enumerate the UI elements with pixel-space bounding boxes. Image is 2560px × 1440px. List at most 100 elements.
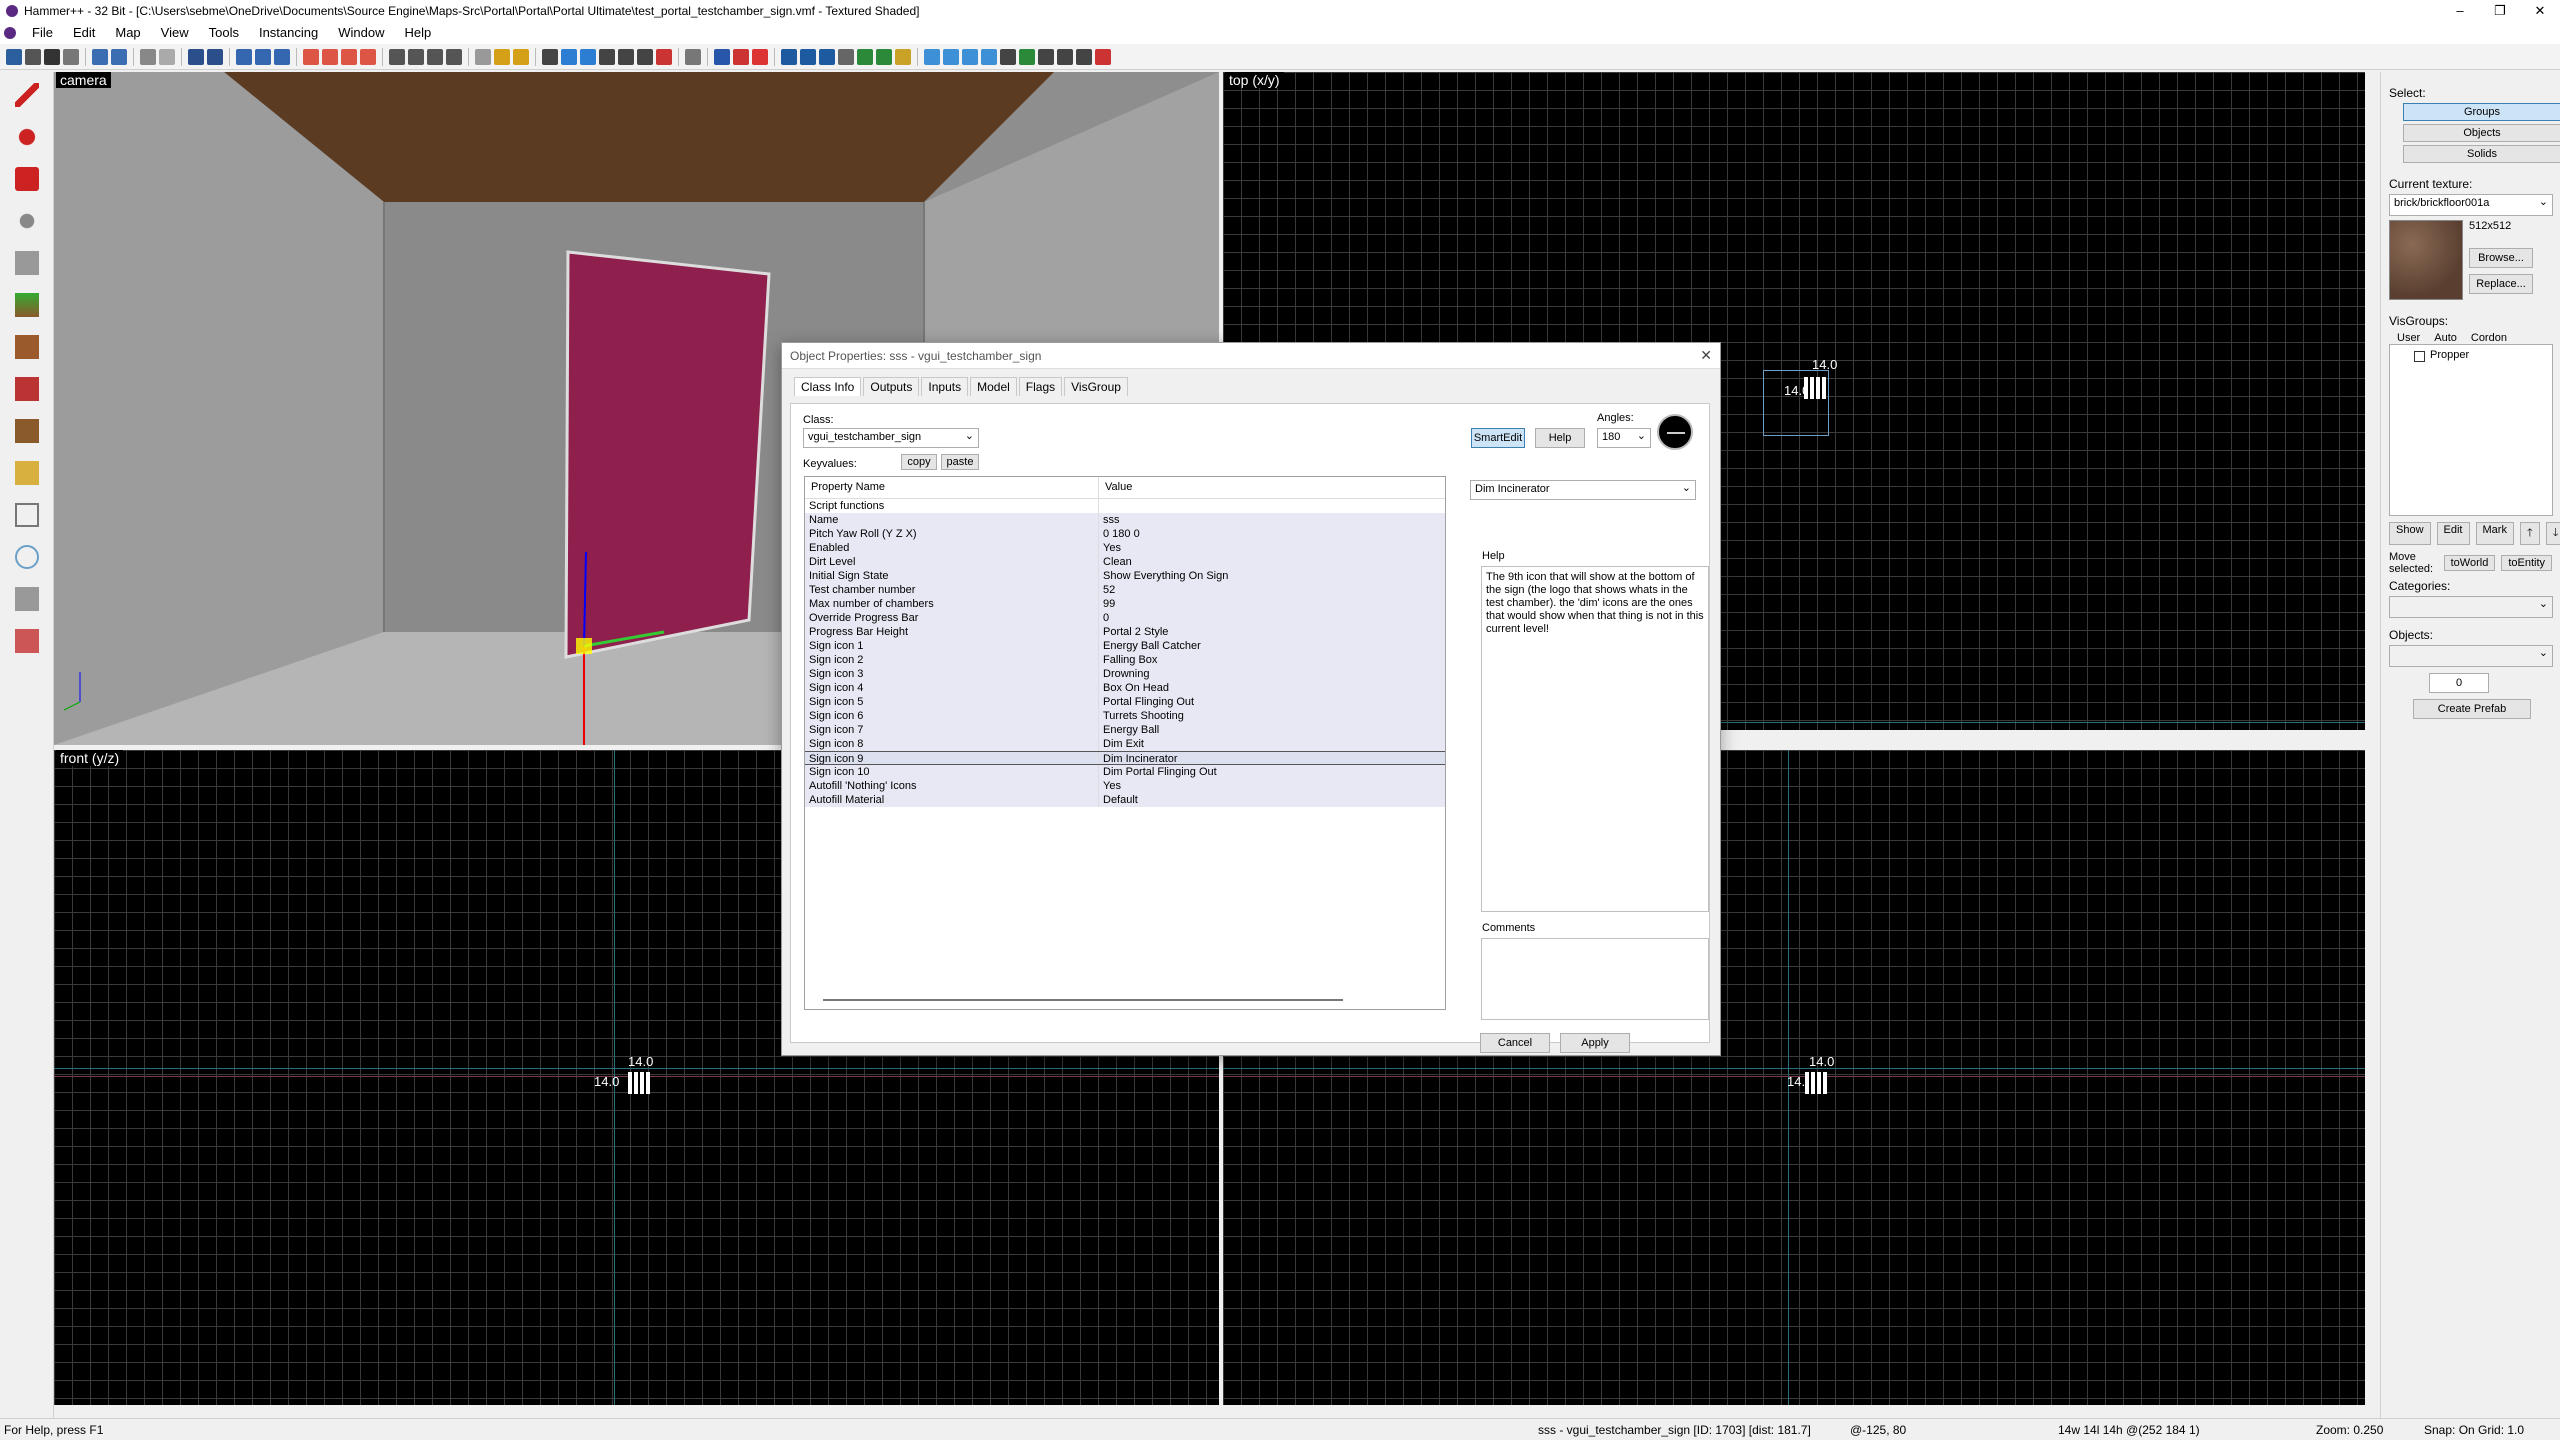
tool-prefab[interactable] bbox=[6, 622, 48, 660]
grid-size-down-icon[interactable] bbox=[44, 48, 60, 65]
clip-icon[interactable] bbox=[656, 48, 672, 65]
table-row[interactable]: Sign icon 7 Energy Ball bbox=[805, 723, 1445, 737]
run-map-icon[interactable] bbox=[752, 48, 768, 65]
current-texture-select[interactable]: brick/brickfloor001a bbox=[2389, 194, 2553, 216]
menu-window[interactable]: Window bbox=[328, 22, 394, 44]
globe-icon[interactable] bbox=[876, 48, 892, 65]
visgroup-tab-cordon[interactable]: Cordon bbox=[2471, 332, 2507, 344]
tab-outputs[interactable]: Outputs bbox=[863, 377, 920, 396]
visgroup-show-button[interactable]: Show bbox=[2389, 522, 2431, 545]
table-row[interactable]: Enabled Yes bbox=[805, 541, 1445, 555]
app-menu-icon[interactable] bbox=[4, 27, 16, 39]
cursor-icon[interactable] bbox=[561, 48, 577, 65]
maximize-button[interactable]: ❐ bbox=[2480, 0, 2520, 22]
visgroup-mark-button[interactable]: Mark bbox=[2475, 522, 2514, 545]
tab-model[interactable]: Model bbox=[970, 377, 1017, 396]
to-world-button[interactable]: toWorld bbox=[2443, 555, 2496, 571]
table-row[interactable]: Pitch Yaw Roll (Y Z X) 0 180 0 bbox=[805, 527, 1445, 541]
grid-icon[interactable] bbox=[6, 48, 22, 65]
compile-icon[interactable] bbox=[800, 48, 816, 65]
browse-button[interactable]: Browse... bbox=[2469, 248, 2533, 268]
copy-button[interactable]: copy bbox=[901, 454, 937, 470]
unhide-icon[interactable] bbox=[255, 48, 271, 65]
tool-entity[interactable] bbox=[6, 202, 48, 240]
menu-edit[interactable]: Edit bbox=[63, 22, 105, 44]
sound-icon[interactable] bbox=[1038, 48, 1054, 65]
tool-apply-current-texture[interactable] bbox=[6, 328, 48, 366]
redo-icon[interactable] bbox=[159, 48, 175, 65]
grid-size-up-icon[interactable] bbox=[63, 48, 79, 65]
table-row[interactable]: Override Progress Bar 0 bbox=[805, 611, 1445, 625]
texture-scale-lock-icon[interactable] bbox=[207, 48, 223, 65]
tool-path[interactable] bbox=[6, 538, 48, 576]
angle-dial-icon[interactable] bbox=[1657, 414, 1693, 450]
texture-lock-icon[interactable] bbox=[188, 48, 204, 65]
menu-tools[interactable]: Tools bbox=[199, 22, 249, 44]
tool-decal[interactable] bbox=[6, 370, 48, 408]
arrow-up-icon[interactable]: 🡑 bbox=[2519, 522, 2540, 545]
visgroup-tab-user[interactable]: User bbox=[2397, 332, 2420, 344]
visgroup-item[interactable]: Propper bbox=[2430, 349, 2469, 361]
menu-file[interactable]: File bbox=[22, 22, 63, 44]
text-icon[interactable] bbox=[580, 48, 596, 65]
tool-block[interactable] bbox=[6, 244, 48, 282]
value-select[interactable]: Dim Incinerator bbox=[1470, 480, 1696, 500]
comments-textarea[interactable] bbox=[1481, 938, 1709, 1020]
paste-special-icon[interactable] bbox=[446, 48, 462, 65]
cut-icon[interactable] bbox=[389, 48, 405, 65]
tab-class-info[interactable]: Class Info bbox=[794, 377, 862, 396]
tool-vertex[interactable] bbox=[6, 496, 48, 534]
tool-overlay[interactable] bbox=[6, 412, 48, 450]
paste-icon[interactable] bbox=[427, 48, 443, 65]
table-row[interactable]: Sign icon 1 Energy Ball Catcher bbox=[805, 639, 1445, 653]
table-row[interactable]: Name sss bbox=[805, 513, 1445, 527]
to-entity-button[interactable]: toEntity bbox=[2501, 555, 2552, 571]
cancel-button[interactable]: Cancel bbox=[1480, 1033, 1550, 1053]
table-row[interactable]: Sign icon 2 Falling Box bbox=[805, 653, 1445, 667]
column-property-name[interactable]: Property Name bbox=[805, 477, 1099, 498]
table-row[interactable]: Autofill 'Nothing' Icons Yes bbox=[805, 779, 1445, 793]
flip-vertical-icon[interactable] bbox=[513, 48, 529, 65]
object-icon[interactable] bbox=[360, 48, 376, 65]
tool-selection[interactable] bbox=[6, 76, 48, 114]
vertex-icon[interactable] bbox=[303, 48, 319, 65]
texture-thumbnail[interactable] bbox=[2389, 220, 2463, 300]
carve-icon[interactable] bbox=[92, 48, 108, 65]
column-value[interactable]: Value bbox=[1099, 477, 1138, 498]
selection-box-icon[interactable] bbox=[542, 48, 558, 65]
select-groups-button[interactable]: Groups bbox=[2403, 103, 2560, 121]
tool-clipping[interactable] bbox=[6, 454, 48, 492]
path-icon[interactable] bbox=[1076, 48, 1092, 65]
tab-visgroup[interactable]: VisGroup bbox=[1064, 377, 1128, 396]
edge-icon[interactable] bbox=[322, 48, 338, 65]
arrow-down-icon[interactable]: 🡓 bbox=[2545, 522, 2560, 545]
3d-grid-icon[interactable] bbox=[25, 48, 41, 65]
move-icon[interactable] bbox=[943, 48, 959, 65]
tab-flags[interactable]: Flags bbox=[1018, 377, 1063, 396]
menu-instancing[interactable]: Instancing bbox=[249, 22, 328, 44]
table-row[interactable]: Max number of chambers 99 bbox=[805, 597, 1445, 611]
sphere-icon[interactable] bbox=[857, 48, 873, 65]
menu-help[interactable]: Help bbox=[394, 22, 441, 44]
table-row[interactable]: Sign icon 4 Box On Head bbox=[805, 681, 1445, 695]
undo-icon[interactable] bbox=[140, 48, 156, 65]
check-problems-icon[interactable] bbox=[733, 48, 749, 65]
tab-inputs[interactable]: Inputs bbox=[921, 377, 969, 396]
rotate-icon[interactable] bbox=[962, 48, 978, 65]
cordon-icon[interactable] bbox=[819, 48, 835, 65]
help-button[interactable]: Help bbox=[1535, 428, 1585, 448]
create-prefab-button[interactable]: Create Prefab bbox=[2413, 699, 2531, 719]
visgroup-checkbox[interactable] bbox=[2414, 351, 2425, 362]
terrain-icon[interactable] bbox=[637, 48, 653, 65]
entity-report-icon[interactable] bbox=[714, 48, 730, 65]
table-row[interactable]: Sign icon 6 Turrets Shooting bbox=[805, 709, 1445, 723]
objects-count-stepper[interactable]: 0 bbox=[2429, 673, 2489, 693]
minimize-button[interactable]: – bbox=[2440, 0, 2480, 22]
replace-button[interactable]: Replace... bbox=[2469, 274, 2533, 294]
tool-cordon[interactable] bbox=[6, 580, 48, 618]
table-horizontal-scrollbar[interactable] bbox=[823, 999, 1343, 1001]
table-row[interactable]: Dirt Level Clean bbox=[805, 555, 1445, 569]
table-row[interactable]: Sign icon 5 Portal Flinging Out bbox=[805, 695, 1445, 709]
paste-button[interactable]: paste bbox=[941, 454, 979, 470]
flip-horizontal-icon[interactable] bbox=[494, 48, 510, 65]
